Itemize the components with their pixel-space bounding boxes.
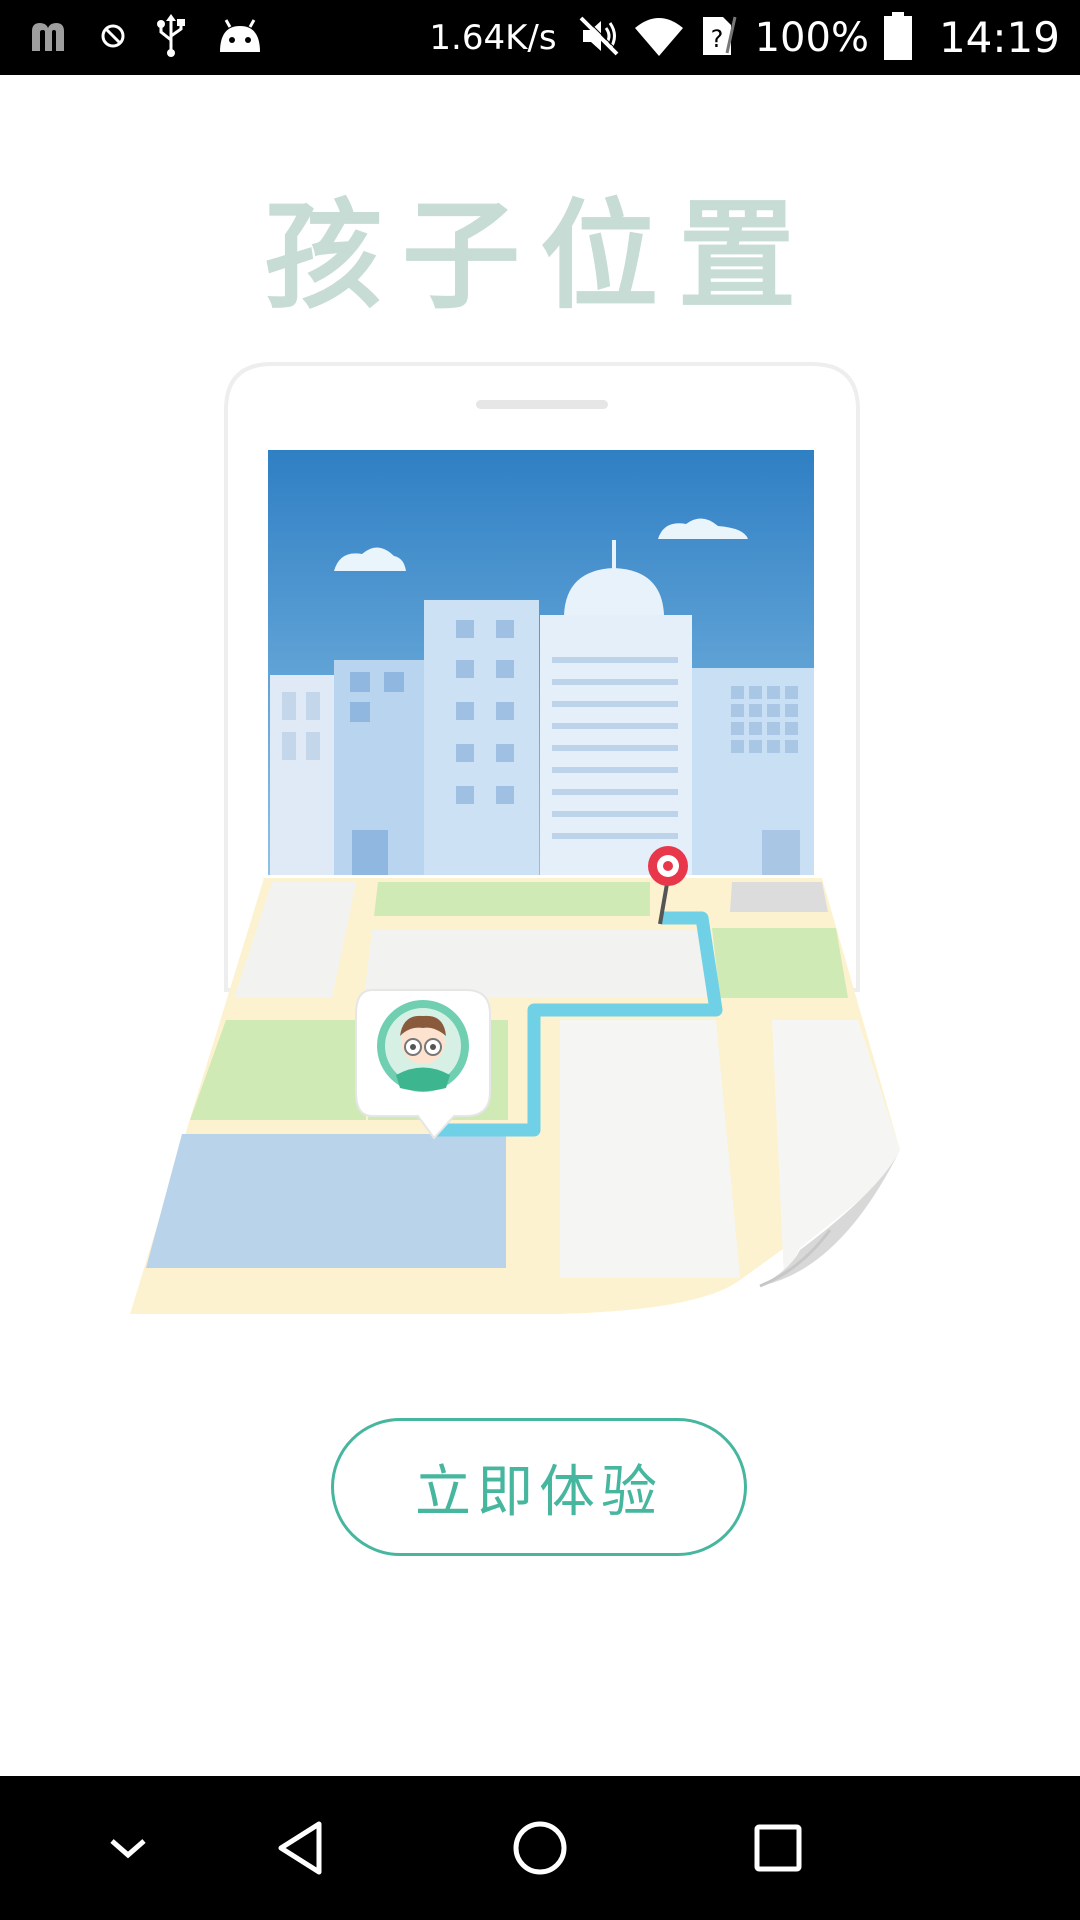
- battery-percent: 100%: [754, 14, 869, 61]
- clock: 14:19: [938, 13, 1060, 62]
- blocked-icon: [98, 21, 128, 55]
- navigation-bar: [0, 1776, 1080, 1920]
- android-icon: [214, 16, 266, 60]
- mute-icon: [577, 14, 621, 62]
- sim-unknown-icon: ?: [697, 13, 737, 63]
- network-speed: 1.64K/s: [429, 17, 557, 58]
- battery-icon: [881, 10, 915, 66]
- recents-square-icon[interactable]: [718, 1776, 838, 1920]
- usb-icon: [154, 13, 188, 62]
- app-m-icon: [28, 19, 72, 57]
- back-triangle-icon[interactable]: [240, 1776, 360, 1920]
- city-scene: [268, 450, 814, 875]
- svg-text:?: ?: [710, 25, 723, 53]
- child-location-illustration: [0, 330, 1080, 1340]
- try-now-button[interactable]: 立即体验: [331, 1418, 747, 1556]
- collapse-chevron-icon[interactable]: [68, 1776, 188, 1920]
- status-bar: 1.64K/s ? 100% 14:19: [0, 0, 1080, 75]
- home-circle-icon[interactable]: [480, 1776, 600, 1920]
- wifi-icon: [633, 14, 685, 62]
- page-title: 孩子位置: [263, 187, 816, 325]
- child-avatar-marker-icon: [355, 989, 491, 1140]
